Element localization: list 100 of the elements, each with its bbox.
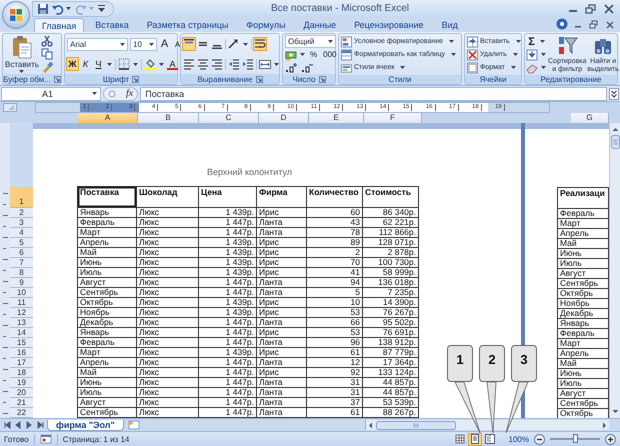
ribbon-tab[interactable]: Главная bbox=[34, 18, 84, 32]
row-header[interactable]: 6 bbox=[10, 248, 33, 258]
table-cell[interactable]: Март bbox=[558, 339, 609, 349]
table-cell[interactable]: Люкс bbox=[137, 358, 199, 368]
ribbon-tab[interactable]: Разметка страницы bbox=[140, 18, 236, 32]
row-header[interactable]: 1 bbox=[10, 187, 33, 208]
table-cell[interactable]: 1 447р. bbox=[199, 228, 257, 238]
insert-function-button[interactable]: fx bbox=[126, 88, 134, 99]
table-cell[interactable]: Люкс bbox=[137, 368, 199, 378]
table-cell[interactable]: Ирис bbox=[257, 268, 307, 278]
ribbon-tab[interactable]: Данные bbox=[296, 18, 344, 32]
table-cell[interactable]: Сентябрь bbox=[78, 288, 137, 298]
table-cell[interactable]: Октябрь bbox=[558, 409, 609, 418]
column-header[interactable]: D bbox=[259, 113, 309, 123]
table-cell[interactable]: Июнь bbox=[558, 249, 609, 259]
table-header-cell[interactable]: Стоимость bbox=[363, 187, 419, 208]
close-icon[interactable] bbox=[602, 2, 616, 14]
table-cell[interactable]: 94 bbox=[307, 278, 363, 288]
table-cell[interactable]: 76 691р. bbox=[363, 328, 419, 338]
table-cell[interactable]: Люкс bbox=[137, 228, 199, 238]
table-cell[interactable]: 53 bbox=[307, 308, 363, 318]
table-cell[interactable]: Ирис bbox=[257, 368, 307, 378]
table-cell[interactable]: Люкс bbox=[137, 278, 199, 288]
scroll-right-icon[interactable] bbox=[601, 420, 609, 430]
table-cell[interactable]: 1 447р. bbox=[199, 388, 257, 398]
first-sheet-icon[interactable] bbox=[3, 421, 12, 429]
table-cell[interactable]: 1 439р. bbox=[199, 208, 257, 218]
table-cell[interactable]: 2 878р. bbox=[363, 248, 419, 258]
table-cell[interactable]: Январь bbox=[558, 319, 609, 329]
scroll-down-icon[interactable] bbox=[610, 408, 620, 416]
last-sheet-icon[interactable] bbox=[36, 421, 45, 429]
table-cell[interactable]: 133 124р. bbox=[363, 368, 419, 378]
table-cell[interactable]: Ланта bbox=[257, 358, 307, 368]
name-box[interactable]: A1 bbox=[1, 86, 101, 100]
table-cell[interactable]: 112 866р. bbox=[363, 228, 419, 238]
row-header[interactable]: 10 bbox=[10, 288, 33, 298]
row-header[interactable]: 19 bbox=[10, 378, 33, 388]
save-button[interactable] bbox=[37, 2, 49, 14]
table-cell[interactable]: Ланта bbox=[257, 398, 307, 408]
shrink-font-button[interactable]: A bbox=[172, 38, 183, 50]
table-cell[interactable]: Октябрь bbox=[78, 298, 137, 308]
table-cell[interactable]: Ноябрь bbox=[78, 308, 137, 318]
table-cell[interactable]: Апрель bbox=[78, 238, 137, 248]
table-cell[interactable]: 1 439р. bbox=[199, 258, 257, 268]
bold-button[interactable]: Ж bbox=[67, 58, 78, 70]
row-header[interactable]: 5 bbox=[10, 238, 33, 248]
help-icon[interactable] bbox=[556, 18, 568, 30]
ribbon-tab[interactable]: Формулы bbox=[239, 18, 293, 32]
row-header[interactable]: 16 bbox=[10, 348, 33, 358]
column-header[interactable]: A bbox=[78, 113, 138, 123]
normal-view-button[interactable] bbox=[454, 434, 466, 444]
table-cell[interactable]: 10 bbox=[307, 298, 363, 308]
table-cell[interactable]: Январь bbox=[78, 328, 137, 338]
table-cell[interactable]: Ирис bbox=[257, 248, 307, 258]
table-cell[interactable]: Люкс bbox=[137, 378, 199, 388]
table-cell[interactable]: Ирис bbox=[257, 238, 307, 248]
table-cell[interactable]: Июль bbox=[558, 259, 609, 269]
table-cell[interactable]: Люкс bbox=[137, 298, 199, 308]
table-cell[interactable]: Ирис bbox=[257, 348, 307, 358]
zoom-slider-thumb[interactable] bbox=[573, 434, 578, 443]
table-cell[interactable]: Март bbox=[78, 228, 137, 238]
table-cell[interactable]: 1 447р. bbox=[199, 218, 257, 228]
table-cell[interactable]: Май bbox=[78, 368, 137, 378]
table-cell[interactable]: Май bbox=[558, 239, 609, 249]
table-header-cell[interactable]: Реализаци bbox=[558, 188, 609, 209]
table-cell[interactable]: Апрель bbox=[558, 229, 609, 239]
ribbon-tab[interactable]: Вставка bbox=[88, 18, 136, 32]
scroll-thumb[interactable] bbox=[376, 420, 456, 430]
sheet-tab[interactable]: фирма "Эол" bbox=[47, 420, 124, 430]
table-cell[interactable]: Май bbox=[558, 359, 609, 369]
column-header[interactable]: E bbox=[309, 113, 364, 123]
table-cell[interactable]: Люкс bbox=[137, 308, 199, 318]
table-cell[interactable]: Люкс bbox=[137, 388, 199, 398]
row-header[interactable]: 20 bbox=[10, 388, 33, 398]
table-cell[interactable]: 61 bbox=[307, 348, 363, 358]
table-cell[interactable]: Люкс bbox=[137, 258, 199, 268]
table-cell[interactable]: Январь bbox=[78, 208, 137, 218]
table-header-cell[interactable]: Цена bbox=[199, 187, 257, 208]
table-cell[interactable]: Август bbox=[78, 398, 137, 408]
number-format-field[interactable]: Общий bbox=[285, 35, 336, 48]
table-cell[interactable]: Ланта bbox=[257, 288, 307, 298]
table-header-cell[interactable]: Количество bbox=[307, 187, 363, 208]
text-angle-icon[interactable] bbox=[228, 38, 240, 50]
row-header[interactable]: 13 bbox=[10, 318, 33, 328]
dialog-launcher-icon[interactable] bbox=[54, 76, 61, 82]
table-cell[interactable]: Ланта bbox=[257, 388, 307, 398]
zoom-level-text[interactable]: 100% bbox=[508, 434, 529, 444]
table-cell[interactable]: Люкс bbox=[137, 208, 199, 218]
table-cell[interactable]: Июль bbox=[78, 268, 137, 278]
table-cell[interactable]: 78 bbox=[307, 228, 363, 238]
table-cell[interactable]: Декабрь bbox=[78, 318, 137, 328]
column-header[interactable]: F bbox=[364, 113, 422, 123]
restore-icon[interactable] bbox=[588, 20, 600, 30]
table-cell[interactable]: Люкс bbox=[137, 288, 199, 298]
customize-caret-icon[interactable] bbox=[98, 4, 105, 12]
table-cell[interactable]: Июнь bbox=[78, 378, 137, 388]
ribbon-tab[interactable]: Рецензирование bbox=[347, 18, 431, 32]
table-cell[interactable]: 1 447р. bbox=[199, 358, 257, 368]
zoom-out-icon[interactable] bbox=[534, 434, 545, 444]
table-cell[interactable]: 58 999р. bbox=[363, 268, 419, 278]
